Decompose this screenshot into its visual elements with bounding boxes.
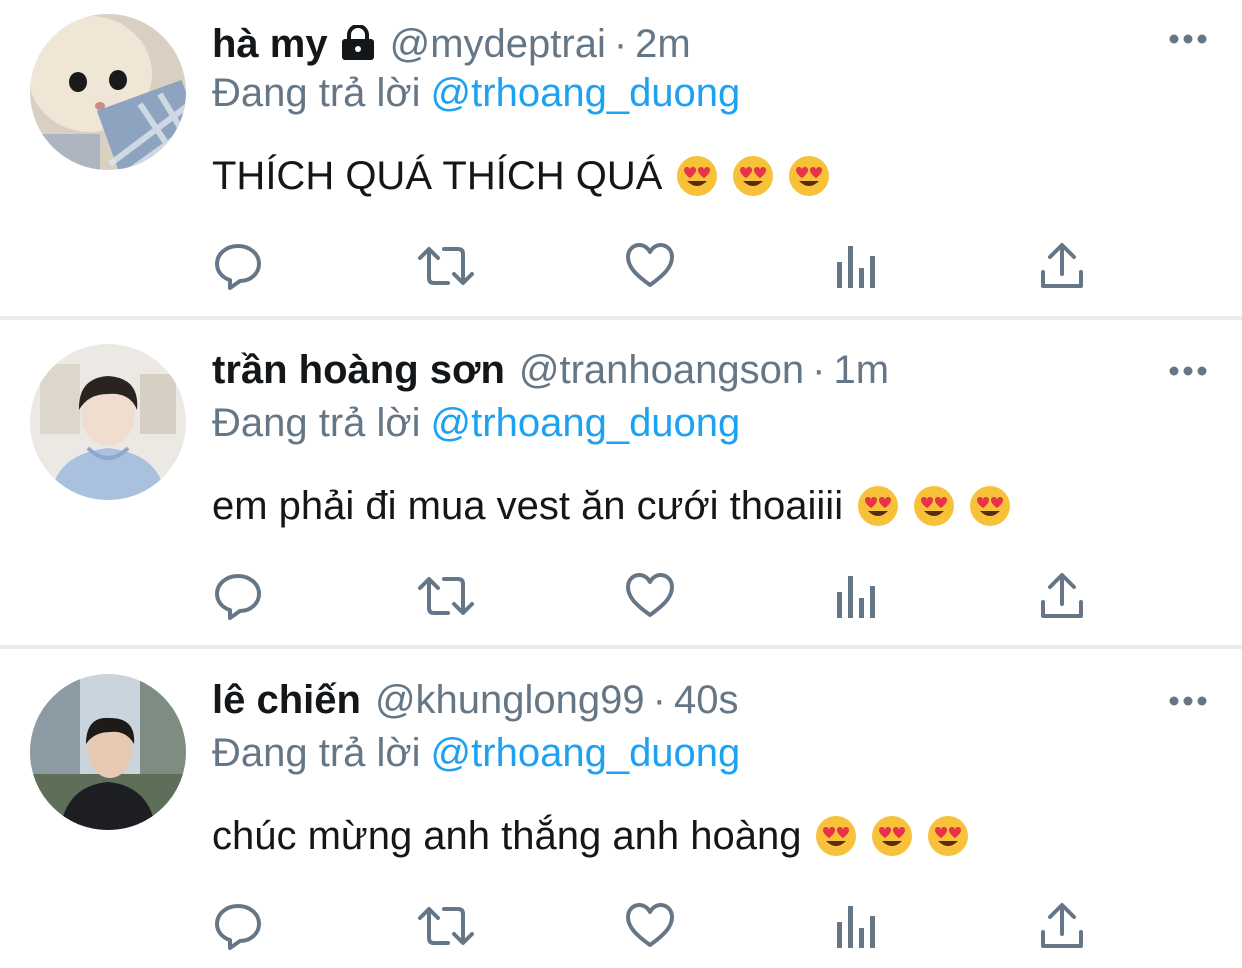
tweet-header: hà my @mydeptrai · 2m — [212, 18, 691, 74]
tweet-actions — [212, 570, 1092, 630]
separator-dot: · — [812, 348, 826, 392]
avatar[interactable] — [30, 14, 186, 170]
tweet-card[interactable]: trần hoàng sơn @tranhoangson · 1m Đang trả … — [0, 318, 1242, 648]
heart-eyes-emoji-icon — [857, 485, 899, 540]
tweet-card[interactable]: hà my @mydeptrai · 2m Đang trả lời @trhoang_… — [0, 0, 1242, 318]
more-options-icon[interactable] — [1168, 364, 1208, 383]
heart-eyes-emoji-icon — [732, 155, 774, 210]
lock-icon — [338, 22, 378, 74]
tweet-time[interactable]: 1m — [833, 348, 889, 392]
retweet-icon[interactable] — [416, 900, 476, 957]
avatar-person-image — [30, 674, 186, 830]
tweet-time[interactable]: 40s — [674, 678, 739, 722]
heart-eyes-emoji-icon — [871, 815, 913, 870]
tweet-text-content: chúc mừng anh thắng anh hoàng — [212, 814, 802, 858]
heart-eyes-emoji-icon — [969, 485, 1011, 540]
display-name[interactable]: hà my — [212, 22, 328, 66]
reply-prefix: Đang trả lời — [212, 731, 421, 775]
user-handle[interactable]: @khunglong99 — [375, 678, 645, 722]
reply-context: Đang trả lời @trhoang_duong — [212, 728, 740, 778]
avatar-person-image — [30, 344, 186, 500]
tweet-actions — [212, 240, 1092, 300]
separator-dot: · — [652, 678, 666, 722]
tweet-header: trần hoàng sơn @tranhoangson · 1m — [212, 344, 889, 396]
reply-context: Đang trả lời @trhoang_duong — [212, 68, 740, 118]
tweet-text: THÍCH QUÁ THÍCH QUÁ — [212, 150, 830, 210]
reply-mention-link[interactable]: @trhoang_duong — [431, 401, 741, 445]
heart-eyes-emoji-icon — [815, 815, 857, 870]
tweet-text-content: THÍCH QUÁ THÍCH QUÁ — [212, 154, 663, 198]
heart-eyes-emoji-icon — [676, 155, 718, 210]
tweet-actions — [212, 900, 1092, 960]
tweet-text: em phải đi mua vest ăn cưới thoaiiii — [212, 480, 1011, 540]
avatar[interactable] — [30, 344, 186, 500]
heart-eyes-emoji-icon — [788, 155, 830, 210]
reply-mention-link[interactable]: @trhoang_duong — [431, 731, 741, 775]
tweet-text-content: em phải đi mua vest ăn cưới thoaiiii — [212, 484, 844, 528]
share-icon[interactable] — [1038, 570, 1086, 627]
reply-icon[interactable] — [212, 240, 264, 297]
heart-eyes-emoji-icon — [927, 815, 969, 870]
avatar-cat-image — [30, 14, 186, 170]
share-icon[interactable] — [1038, 900, 1086, 957]
display-name[interactable]: trần hoàng sơn — [212, 348, 505, 392]
share-icon[interactable] — [1038, 240, 1086, 297]
avatar[interactable] — [30, 674, 186, 830]
reply-mention-link[interactable]: @trhoang_duong — [431, 71, 741, 115]
analytics-icon[interactable] — [834, 570, 878, 627]
reply-feed: hà my @mydeptrai · 2m Đang trả lời @trhoang_… — [0, 0, 1242, 968]
separator-dot: · — [613, 22, 628, 66]
like-icon[interactable] — [624, 240, 676, 297]
display-name[interactable]: lê chiến — [212, 678, 361, 722]
more-options-icon[interactable] — [1168, 694, 1208, 713]
tweet-time[interactable]: 2m — [635, 22, 691, 66]
reply-prefix: Đang trả lời — [212, 71, 421, 115]
reply-icon[interactable] — [212, 570, 264, 627]
user-handle[interactable]: @tranhoangson — [519, 348, 804, 392]
tweet-text: chúc mừng anh thắng anh hoàng — [212, 810, 969, 870]
retweet-icon[interactable] — [416, 570, 476, 627]
like-icon[interactable] — [624, 900, 676, 957]
more-options-icon[interactable] — [1168, 32, 1208, 51]
tweet-card[interactable]: lê chiến @khunglong99 · 40s Đang trả lời @tr… — [0, 648, 1242, 968]
reply-prefix: Đang trả lời — [212, 401, 421, 445]
user-handle[interactable]: @mydeptrai — [390, 22, 606, 66]
reply-icon[interactable] — [212, 900, 264, 957]
analytics-icon[interactable] — [834, 240, 878, 297]
heart-eyes-emoji-icon — [913, 485, 955, 540]
like-icon[interactable] — [624, 570, 676, 627]
retweet-icon[interactable] — [416, 240, 476, 297]
analytics-icon[interactable] — [834, 900, 878, 957]
reply-context: Đang trả lời @trhoang_duong — [212, 398, 740, 448]
tweet-header: lê chiến @khunglong99 · 40s — [212, 674, 739, 726]
